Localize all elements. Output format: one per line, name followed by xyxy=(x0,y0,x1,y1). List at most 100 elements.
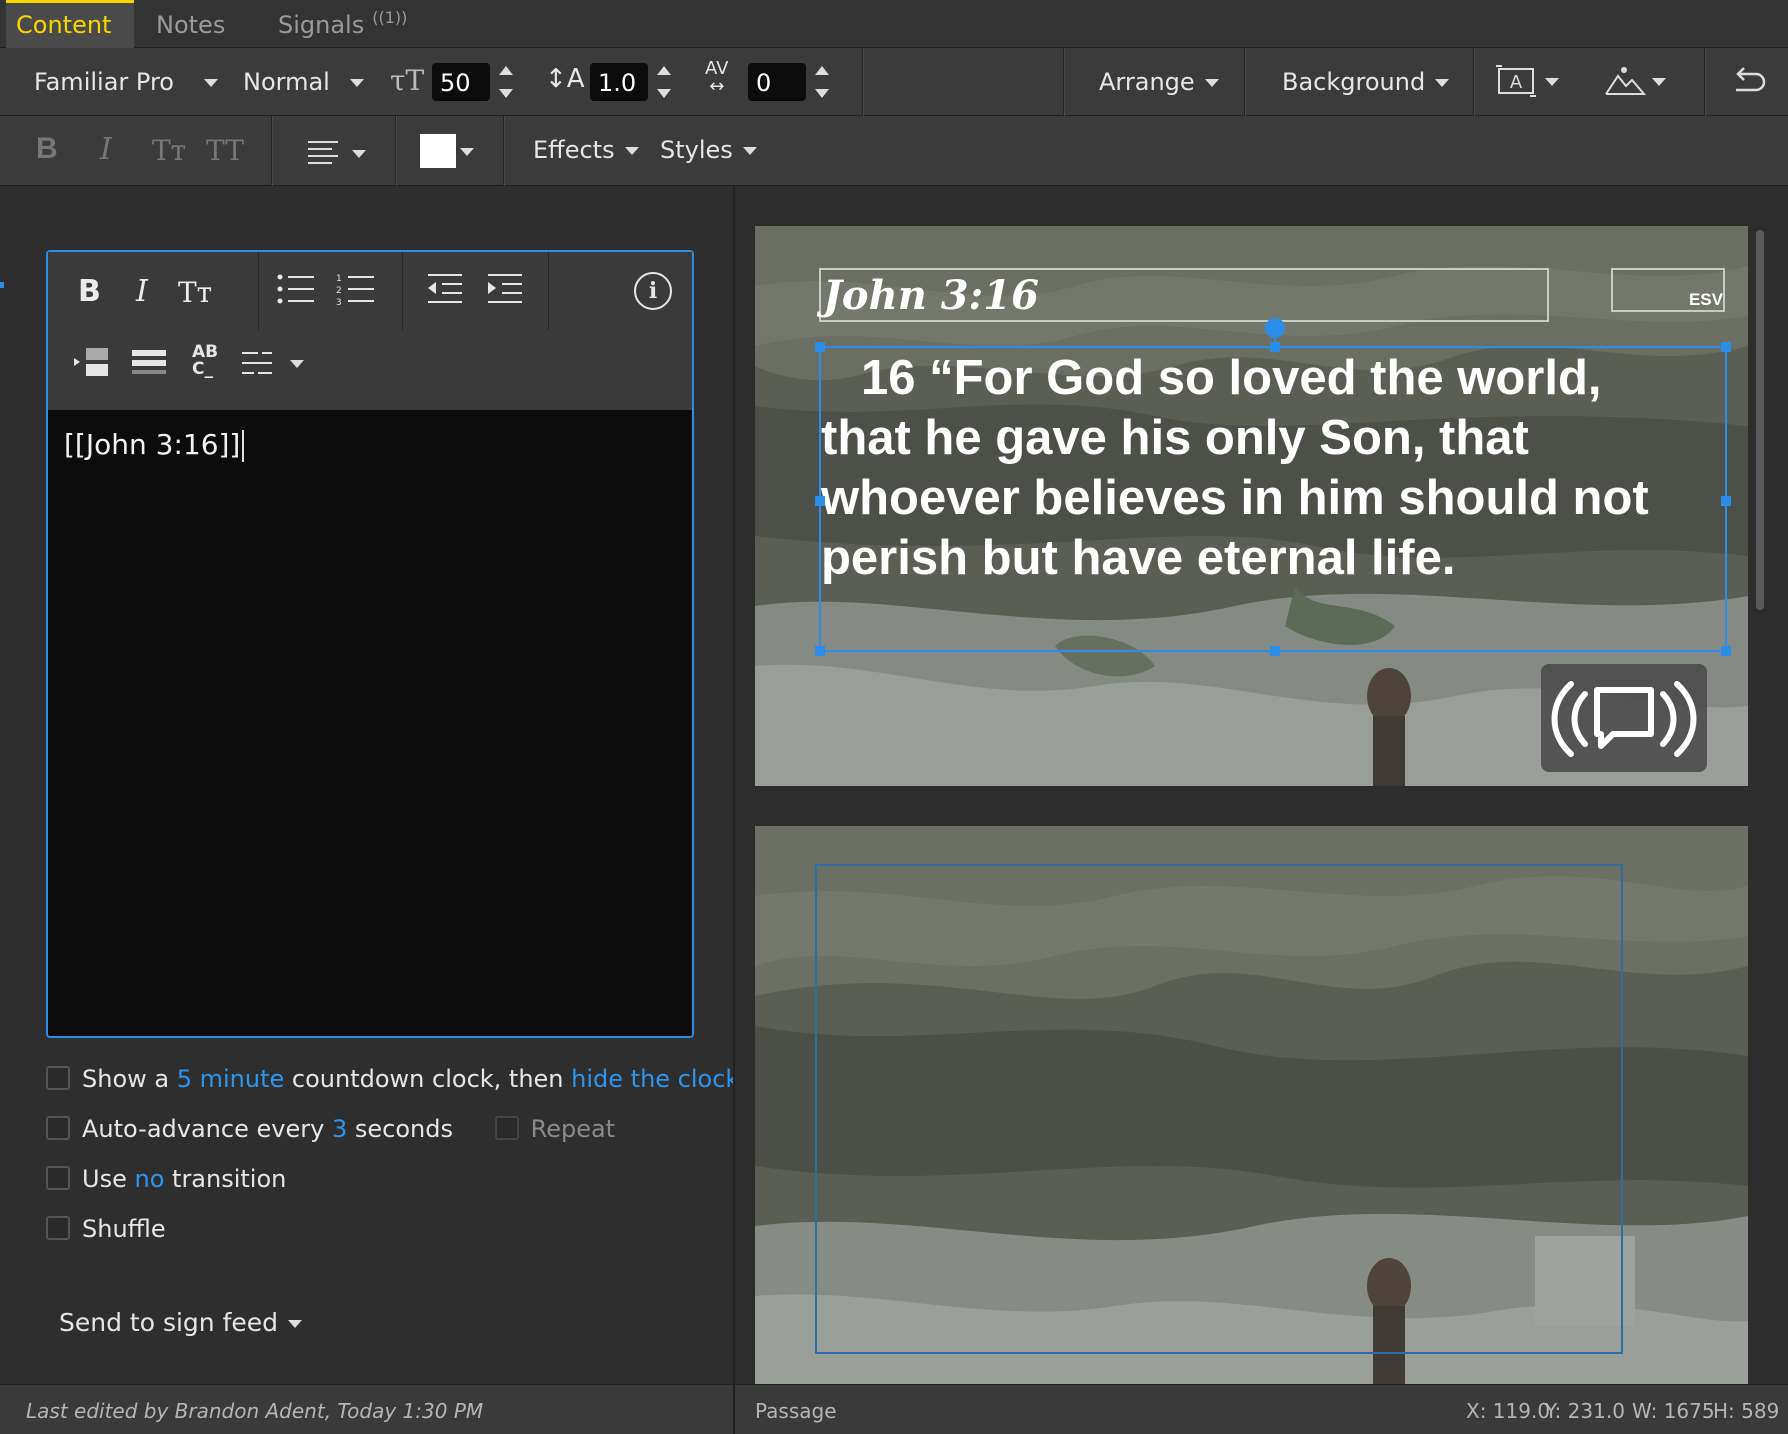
indent-button[interactable] xyxy=(486,272,524,311)
info-icon[interactable]: i xyxy=(634,272,672,310)
tab-signals-label: Signals xyxy=(278,11,365,39)
resize-handle[interactable] xyxy=(815,496,825,506)
line-height-stepper[interactable] xyxy=(656,64,672,100)
y-coordinate-text: Y: 231.0 xyxy=(1545,1399,1625,1423)
numbered-list-button[interactable]: 1 2 3 xyxy=(336,272,376,311)
resize-handle[interactable] xyxy=(1721,496,1731,506)
insert-slide-before-button[interactable] xyxy=(74,346,108,385)
outdent-button[interactable] xyxy=(426,272,464,311)
rich-text-editor[interactable]: B I Tт 1 2 3 i AB C_ [[John 3:16]] xyxy=(46,250,694,1038)
text-frame-icon: A xyxy=(1496,65,1536,97)
numbered-list-icon: 1 2 3 xyxy=(336,274,374,308)
countdown-action-link[interactable]: hide the clock xyxy=(571,1065,739,1093)
slide-preview-1[interactable]: John 3:16 ESV 16 “For God so loved the w… xyxy=(755,226,1748,786)
effects-menu[interactable]: Effects xyxy=(533,136,639,164)
auto-advance-prefix: Auto-advance every xyxy=(82,1115,325,1143)
tab-signals[interactable]: Signals ((1)) xyxy=(278,0,407,48)
countdown-minutes-link[interactable]: 5 minute xyxy=(177,1065,285,1093)
transition-checkbox[interactable] xyxy=(46,1166,70,1190)
resize-handle[interactable] xyxy=(1270,646,1280,656)
all-caps-button[interactable]: TT xyxy=(206,134,244,167)
indent-icon xyxy=(488,274,522,303)
toolbar-divider xyxy=(271,116,272,186)
resize-handle[interactable] xyxy=(815,646,825,656)
preview-scrollbar[interactable] xyxy=(1756,230,1764,610)
outdent-icon xyxy=(428,274,462,303)
font-size-input[interactable]: 50 xyxy=(432,63,490,101)
version-text-box[interactable]: ESV xyxy=(1611,268,1725,312)
image-menu[interactable] xyxy=(1604,62,1647,98)
font-size-stepper[interactable] xyxy=(498,64,514,100)
text-cursor xyxy=(242,430,245,462)
italic-button[interactable]: I xyxy=(100,132,112,167)
chevron-down-icon[interactable] xyxy=(460,148,474,156)
reference-text-box[interactable]: John 3:16 xyxy=(819,268,1549,322)
transition-option: Use no transition xyxy=(46,1164,286,1194)
text-color-swatch[interactable] xyxy=(420,134,456,168)
editor-small-caps-button[interactable]: Tт xyxy=(178,276,212,309)
chevron-down-icon xyxy=(1204,79,1219,87)
text-options-menu[interactable] xyxy=(242,348,304,383)
resize-handle[interactable] xyxy=(1721,342,1731,352)
font-size-icon: τT xyxy=(390,64,425,97)
transition-suffix: transition xyxy=(172,1165,287,1193)
empty-text-box[interactable] xyxy=(815,864,1623,1354)
font-family-select[interactable]: Familiar Pro xyxy=(34,68,218,96)
status-divider xyxy=(733,1385,735,1434)
chevron-down-icon[interactable] xyxy=(1545,78,1559,86)
font-weight-select[interactable]: Normal xyxy=(243,68,364,96)
editor-bold-button[interactable]: B xyxy=(78,274,101,309)
chevron-down-icon xyxy=(352,150,366,158)
chevron-down-icon xyxy=(624,147,639,155)
passage-text-box[interactable]: 16 “For God so loved the world, that he … xyxy=(815,318,1731,656)
resize-handle[interactable] xyxy=(815,342,825,352)
letter-spacing-stepper[interactable] xyxy=(814,64,830,100)
signal-indicator[interactable] xyxy=(1541,664,1707,772)
countdown-checkbox[interactable] xyxy=(46,1066,70,1090)
resize-handle[interactable] xyxy=(1721,646,1731,656)
arrange-menu[interactable]: Arrange xyxy=(1099,68,1219,96)
toolbar-divider xyxy=(1704,48,1705,116)
signals-badge: ((1)) xyxy=(372,8,408,27)
send-to-sign-feed-menu[interactable]: Send to sign feed xyxy=(59,1308,303,1338)
slide-break-button[interactable] xyxy=(132,348,166,383)
spell-check-icon[interactable]: AB C_ xyxy=(192,344,218,378)
alignment-menu[interactable] xyxy=(306,138,376,168)
chevron-down-icon xyxy=(1435,79,1450,87)
toolbar-divider xyxy=(503,116,504,186)
x-coordinate-text: X: 119.0 xyxy=(1466,1399,1551,1423)
line-height-icon: ↕A xyxy=(545,64,585,94)
undo-button[interactable] xyxy=(1730,66,1766,98)
font-family-value: Familiar Pro xyxy=(34,68,174,96)
chevron-down-icon[interactable] xyxy=(1652,78,1666,86)
width-text: W: 1675 xyxy=(1632,1399,1715,1423)
letter-spacing-icon: AV ↔ xyxy=(705,58,729,97)
transition-value-link[interactable]: no xyxy=(134,1165,164,1193)
rotate-handle-stem xyxy=(1274,336,1276,344)
tab-notes[interactable]: Notes xyxy=(156,0,225,48)
chevron-down-icon xyxy=(203,79,218,87)
slide-preview-2[interactable] xyxy=(755,826,1748,1384)
rotate-handle[interactable] xyxy=(1265,318,1285,338)
text-box-menu[interactable]: A xyxy=(1496,64,1536,98)
styles-menu[interactable]: Styles xyxy=(660,136,757,164)
repeat-checkbox[interactable] xyxy=(494,1116,519,1140)
line-height-input[interactable]: 1.0 xyxy=(590,63,648,101)
bold-button[interactable]: B xyxy=(36,132,58,166)
shuffle-checkbox[interactable] xyxy=(46,1216,70,1240)
tab-content[interactable]: Content xyxy=(6,0,134,48)
auto-advance-checkbox[interactable] xyxy=(46,1116,70,1140)
letter-spacing-input[interactable]: 0 xyxy=(748,63,806,101)
background-menu[interactable]: Background xyxy=(1282,68,1450,96)
editor-italic-button[interactable]: I xyxy=(136,274,148,309)
countdown-prefix: Show a xyxy=(82,1065,170,1093)
height-text: H: 589 xyxy=(1713,1399,1780,1423)
toolbar-divider xyxy=(862,48,863,116)
auto-advance-seconds-link[interactable]: 3 xyxy=(332,1115,347,1143)
bullet-list-button[interactable] xyxy=(276,272,316,311)
toolbar-divider xyxy=(1244,48,1245,116)
small-caps-button[interactable]: Tт xyxy=(152,134,186,167)
editor-content[interactable]: [[John 3:16]] xyxy=(64,428,245,462)
editor-toolbar: B I Tт 1 2 3 i AB C_ xyxy=(48,252,692,410)
element-type-text: Passage xyxy=(755,1399,837,1423)
